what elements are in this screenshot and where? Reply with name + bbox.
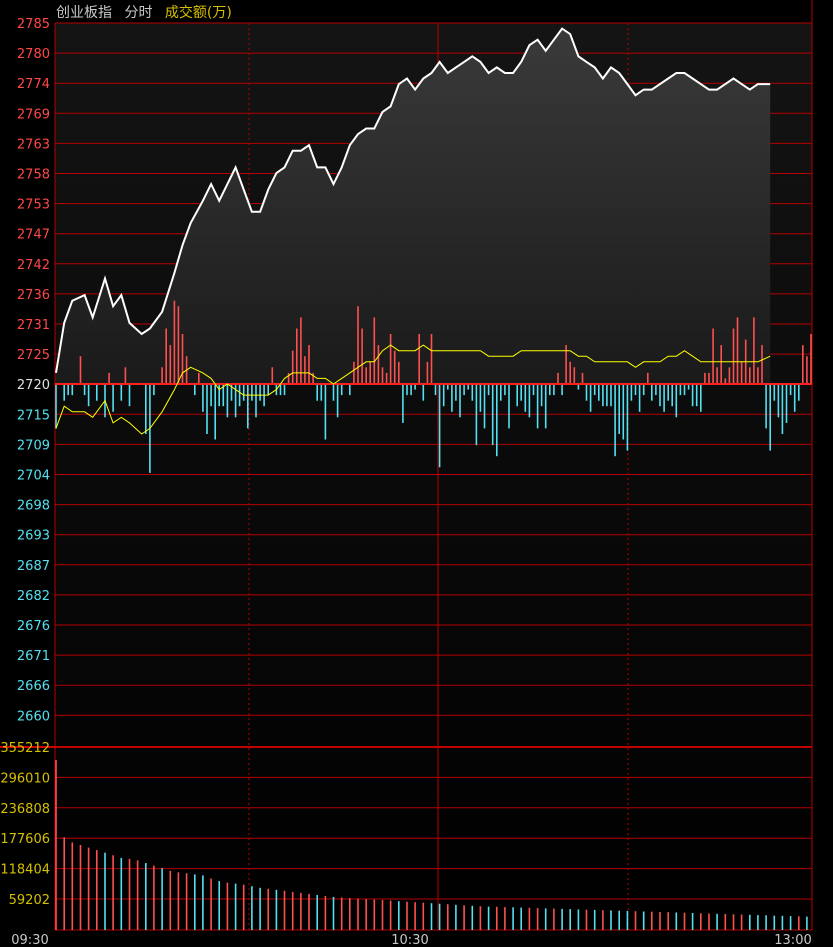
price-tick-label: 2747 [17,228,50,243]
price-tick-label: 2720 [17,378,50,393]
price-tick-label: 2660 [17,709,50,724]
volume-tick-label: 59202 [9,893,50,908]
price-tick-label: 2769 [17,107,50,122]
intraday-chart-window: 创业板指 分时 成交额(万) 2785 2780 2774 2769 2763 2758 2… [0,0,833,947]
price-tick-label: 2704 [17,469,50,484]
price-tick-label: 2693 [17,529,50,544]
price-tick-label: 2687 [17,559,50,574]
price-tick-label: 2780 [17,47,50,62]
time-tick-label: 10:30 [391,933,428,947]
price-tick-label: 2763 [17,137,50,152]
volume-tick-label: 296010 [0,771,50,786]
price-tick-label: 2666 [17,679,50,694]
price-tick-label: 2731 [17,318,50,333]
price-tick-label: 2742 [17,258,50,273]
volume-tick-label: 355212 [0,741,50,756]
time-tick-label: 09:30 [11,933,48,947]
price-tick-label: 2774 [17,77,50,92]
price-tick-label: 2709 [17,438,50,453]
price-tick-label: 2698 [17,499,50,514]
indicator-name: 成交额(万) [164,5,232,21]
price-tick-label: 2715 [17,408,50,423]
price-tick-label: 2758 [17,168,50,183]
price-tick-label: 2676 [17,619,50,634]
volume-tick-label: 236808 [0,802,50,817]
time-tick-label: 13:00 [774,933,811,947]
price-tick-label: 2725 [17,348,50,363]
price-tick-label: 2671 [17,649,50,664]
price-tick-label: 2682 [17,589,50,604]
chart-svg[interactable]: 2785 2780 2774 2769 2763 2758 2753 2747 2742 2736… [0,0,833,947]
price-tick-label: 2785 [17,17,50,32]
price-tick-label: 2753 [17,198,50,213]
index-name: 创业板指 [56,5,112,21]
price-tick-label: 2736 [17,288,50,303]
chart-mode: 分时 [124,5,153,21]
chart-header: 创业板指 分时 成交额(万) [56,2,240,22]
volume-tick-label: 118404 [0,863,50,878]
volume-tick-label: 177606 [0,832,50,847]
